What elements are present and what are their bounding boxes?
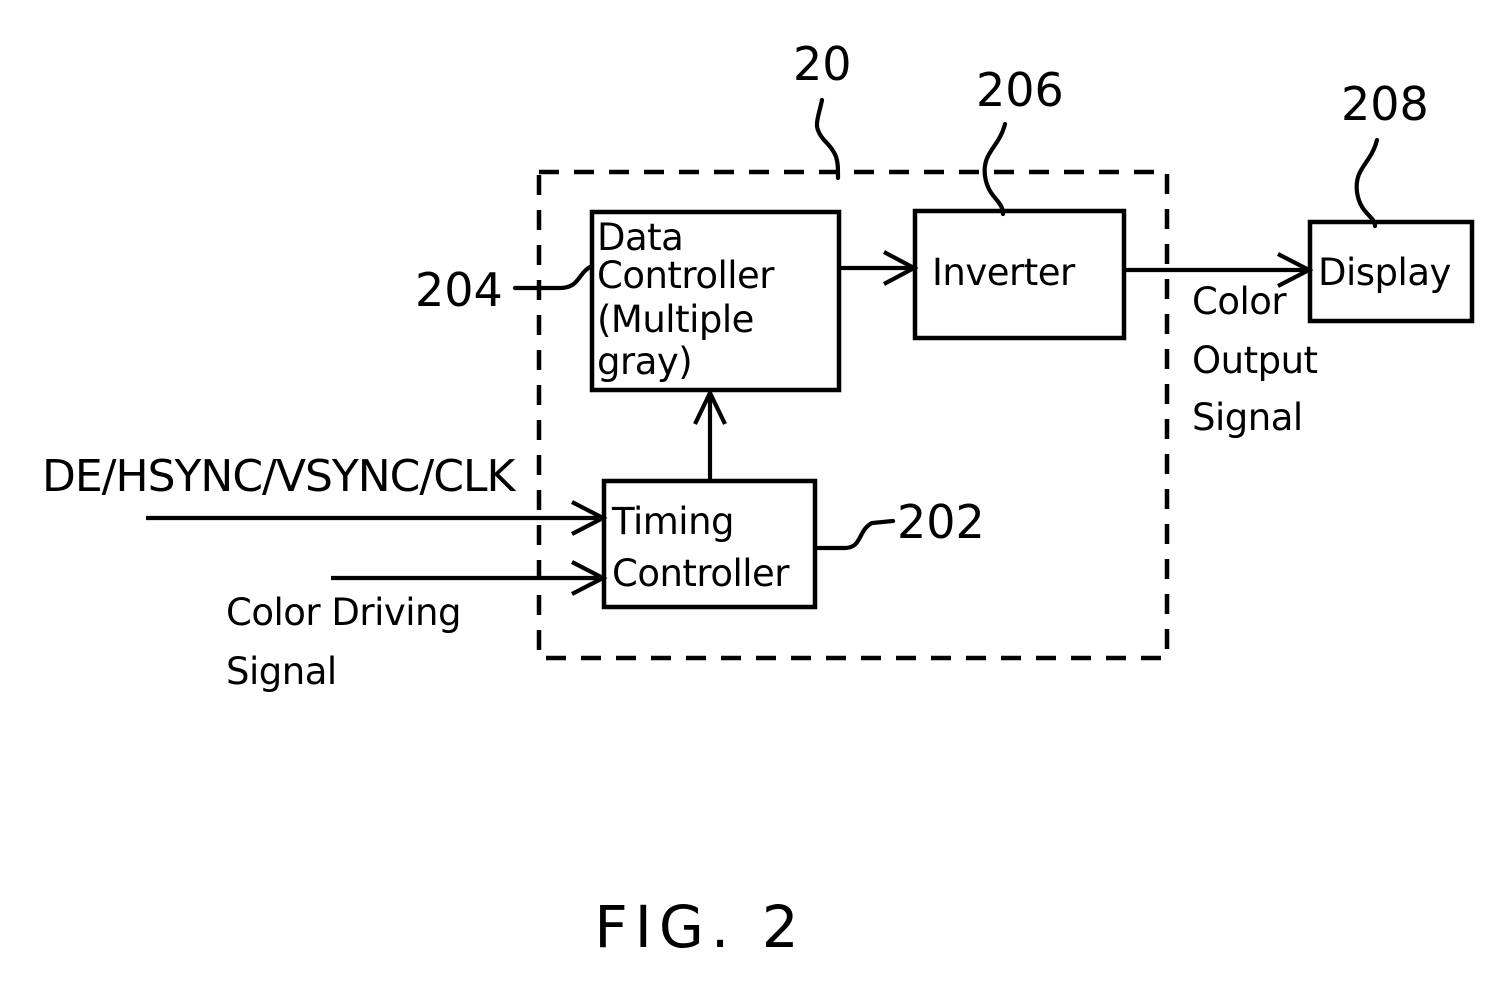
output-signal-label-line-3: Signal [1192, 396, 1303, 439]
input-color-driving-label-line-1: Color Driving [226, 591, 461, 634]
data-controller-label-line-1: Data [597, 216, 683, 259]
reference-numeral-204: 204 [415, 263, 503, 317]
output-signal-label-line-1: Color [1192, 280, 1287, 323]
figure-canvas: Data Controller (Multiple gray) Inverter… [42, 37, 1475, 961]
timing-controller-label-line-1: Timing [611, 500, 734, 543]
input-color-driving-label-line-2: Signal [226, 650, 337, 693]
inverter-label: Inverter [932, 251, 1076, 294]
patent-figure: Data Controller (Multiple gray) Inverter… [0, 0, 1501, 999]
timing-controller-label-line-2: Controller [612, 552, 790, 595]
reference-numeral-202: 202 [897, 495, 985, 549]
leader-line-ref-204 [512, 263, 595, 291]
display-label: Display [1318, 251, 1451, 294]
leader-line-ref-20 [814, 97, 841, 181]
figure-caption: FIG. 2 [594, 893, 805, 961]
output-signal-label-line-2: Output [1192, 339, 1318, 382]
data-controller-label-line-2: Controller [597, 254, 775, 297]
reference-numeral-20: 20 [793, 37, 852, 91]
reference-numeral-206: 206 [976, 63, 1064, 117]
data-controller-label-line-3: (Multiple [597, 298, 754, 341]
data-controller-label-line-4: gray) [597, 340, 692, 383]
reference-numeral-208: 208 [1341, 77, 1429, 131]
leader-line-ref-208 [1354, 137, 1380, 229]
input-sync-signal-label: DE/HSYNC/VSYNC/CLK [42, 451, 516, 502]
leader-line-ref-202 [813, 518, 896, 551]
leader-line-ref-206 [982, 121, 1008, 217]
